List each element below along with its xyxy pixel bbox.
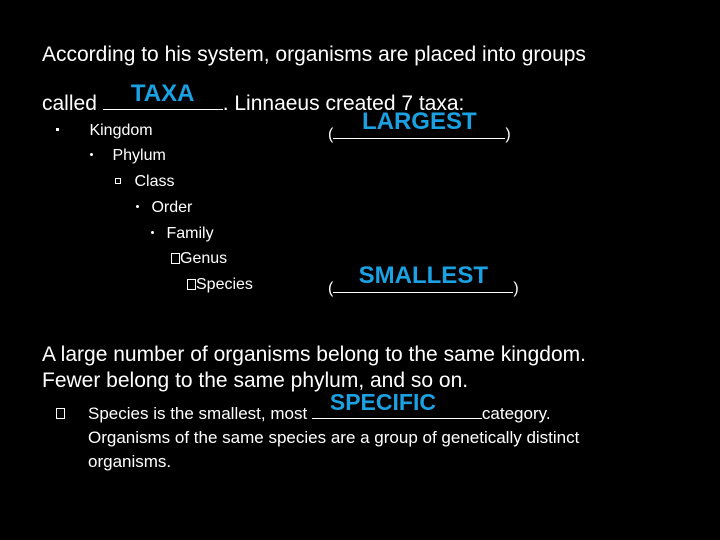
hierarchy-item-family: Family: [151, 225, 214, 243]
specific-blank: SPECIFIC: [311, 389, 482, 419]
bullet-icon: [151, 231, 154, 234]
bullet-icon: [187, 279, 196, 290]
largest-blank: LARGEST: [333, 108, 506, 139]
bullet-line-1: Species is the smallest, most SPECIFIC ca…: [88, 389, 551, 424]
bullet-icon: [171, 253, 180, 264]
hierarchy-label: Family: [166, 225, 214, 242]
paren-close: ): [513, 280, 519, 297]
largest-blank-line: (LARGEST): [328, 108, 511, 144]
smallest-answer: SMALLEST: [358, 262, 488, 289]
box-icon: [56, 408, 65, 419]
hierarchy-label: Phylum: [112, 147, 166, 164]
taxa-answer: TAXA: [130, 80, 195, 107]
bullet-icon: [136, 205, 139, 208]
hierarchy-label: Genus: [180, 250, 228, 267]
hierarchy-label: Class: [134, 173, 175, 190]
intro-line-1: According to his system, organisms are p…: [42, 43, 586, 66]
hierarchy-label: Order: [151, 199, 193, 216]
taxa-blank: TAXA: [102, 80, 223, 110]
hierarchy-item-phylum: Phylum: [90, 147, 166, 165]
bullet-line-2: Organisms of the same species are a grou…: [88, 428, 580, 447]
hierarchy-item-species: Species: [187, 276, 253, 294]
hierarchy-label: Species: [196, 276, 253, 293]
bullet-line-3: organisms.: [88, 452, 172, 471]
smallest-blank: SMALLEST: [333, 262, 514, 293]
bullet-prefix: Species is the smallest, most: [88, 404, 312, 423]
specific-answer: SPECIFIC: [329, 389, 436, 415]
bullet-icon: [115, 178, 121, 184]
hierarchy-item-class: Class: [115, 173, 174, 191]
para-line-1: A large number of organisms belong to th…: [42, 343, 586, 366]
hierarchy-label: Kingdom: [89, 122, 153, 139]
hierarchy-item-kingdom: Kingdom: [56, 122, 153, 140]
intro-prefix: called: [42, 92, 103, 115]
bullet-icon: [90, 153, 93, 156]
hierarchy-item-order: Order: [136, 199, 192, 217]
bullet-icon: [56, 128, 59, 131]
bullet-suffix: category.: [481, 404, 551, 423]
hierarchy-item-genus: Genus: [171, 250, 227, 268]
largest-answer: LARGEST: [361, 108, 477, 135]
smallest-blank-line: (SMALLEST): [328, 262, 519, 298]
paren-close: ): [505, 126, 511, 143]
bullet-box-icon: [56, 405, 65, 423]
